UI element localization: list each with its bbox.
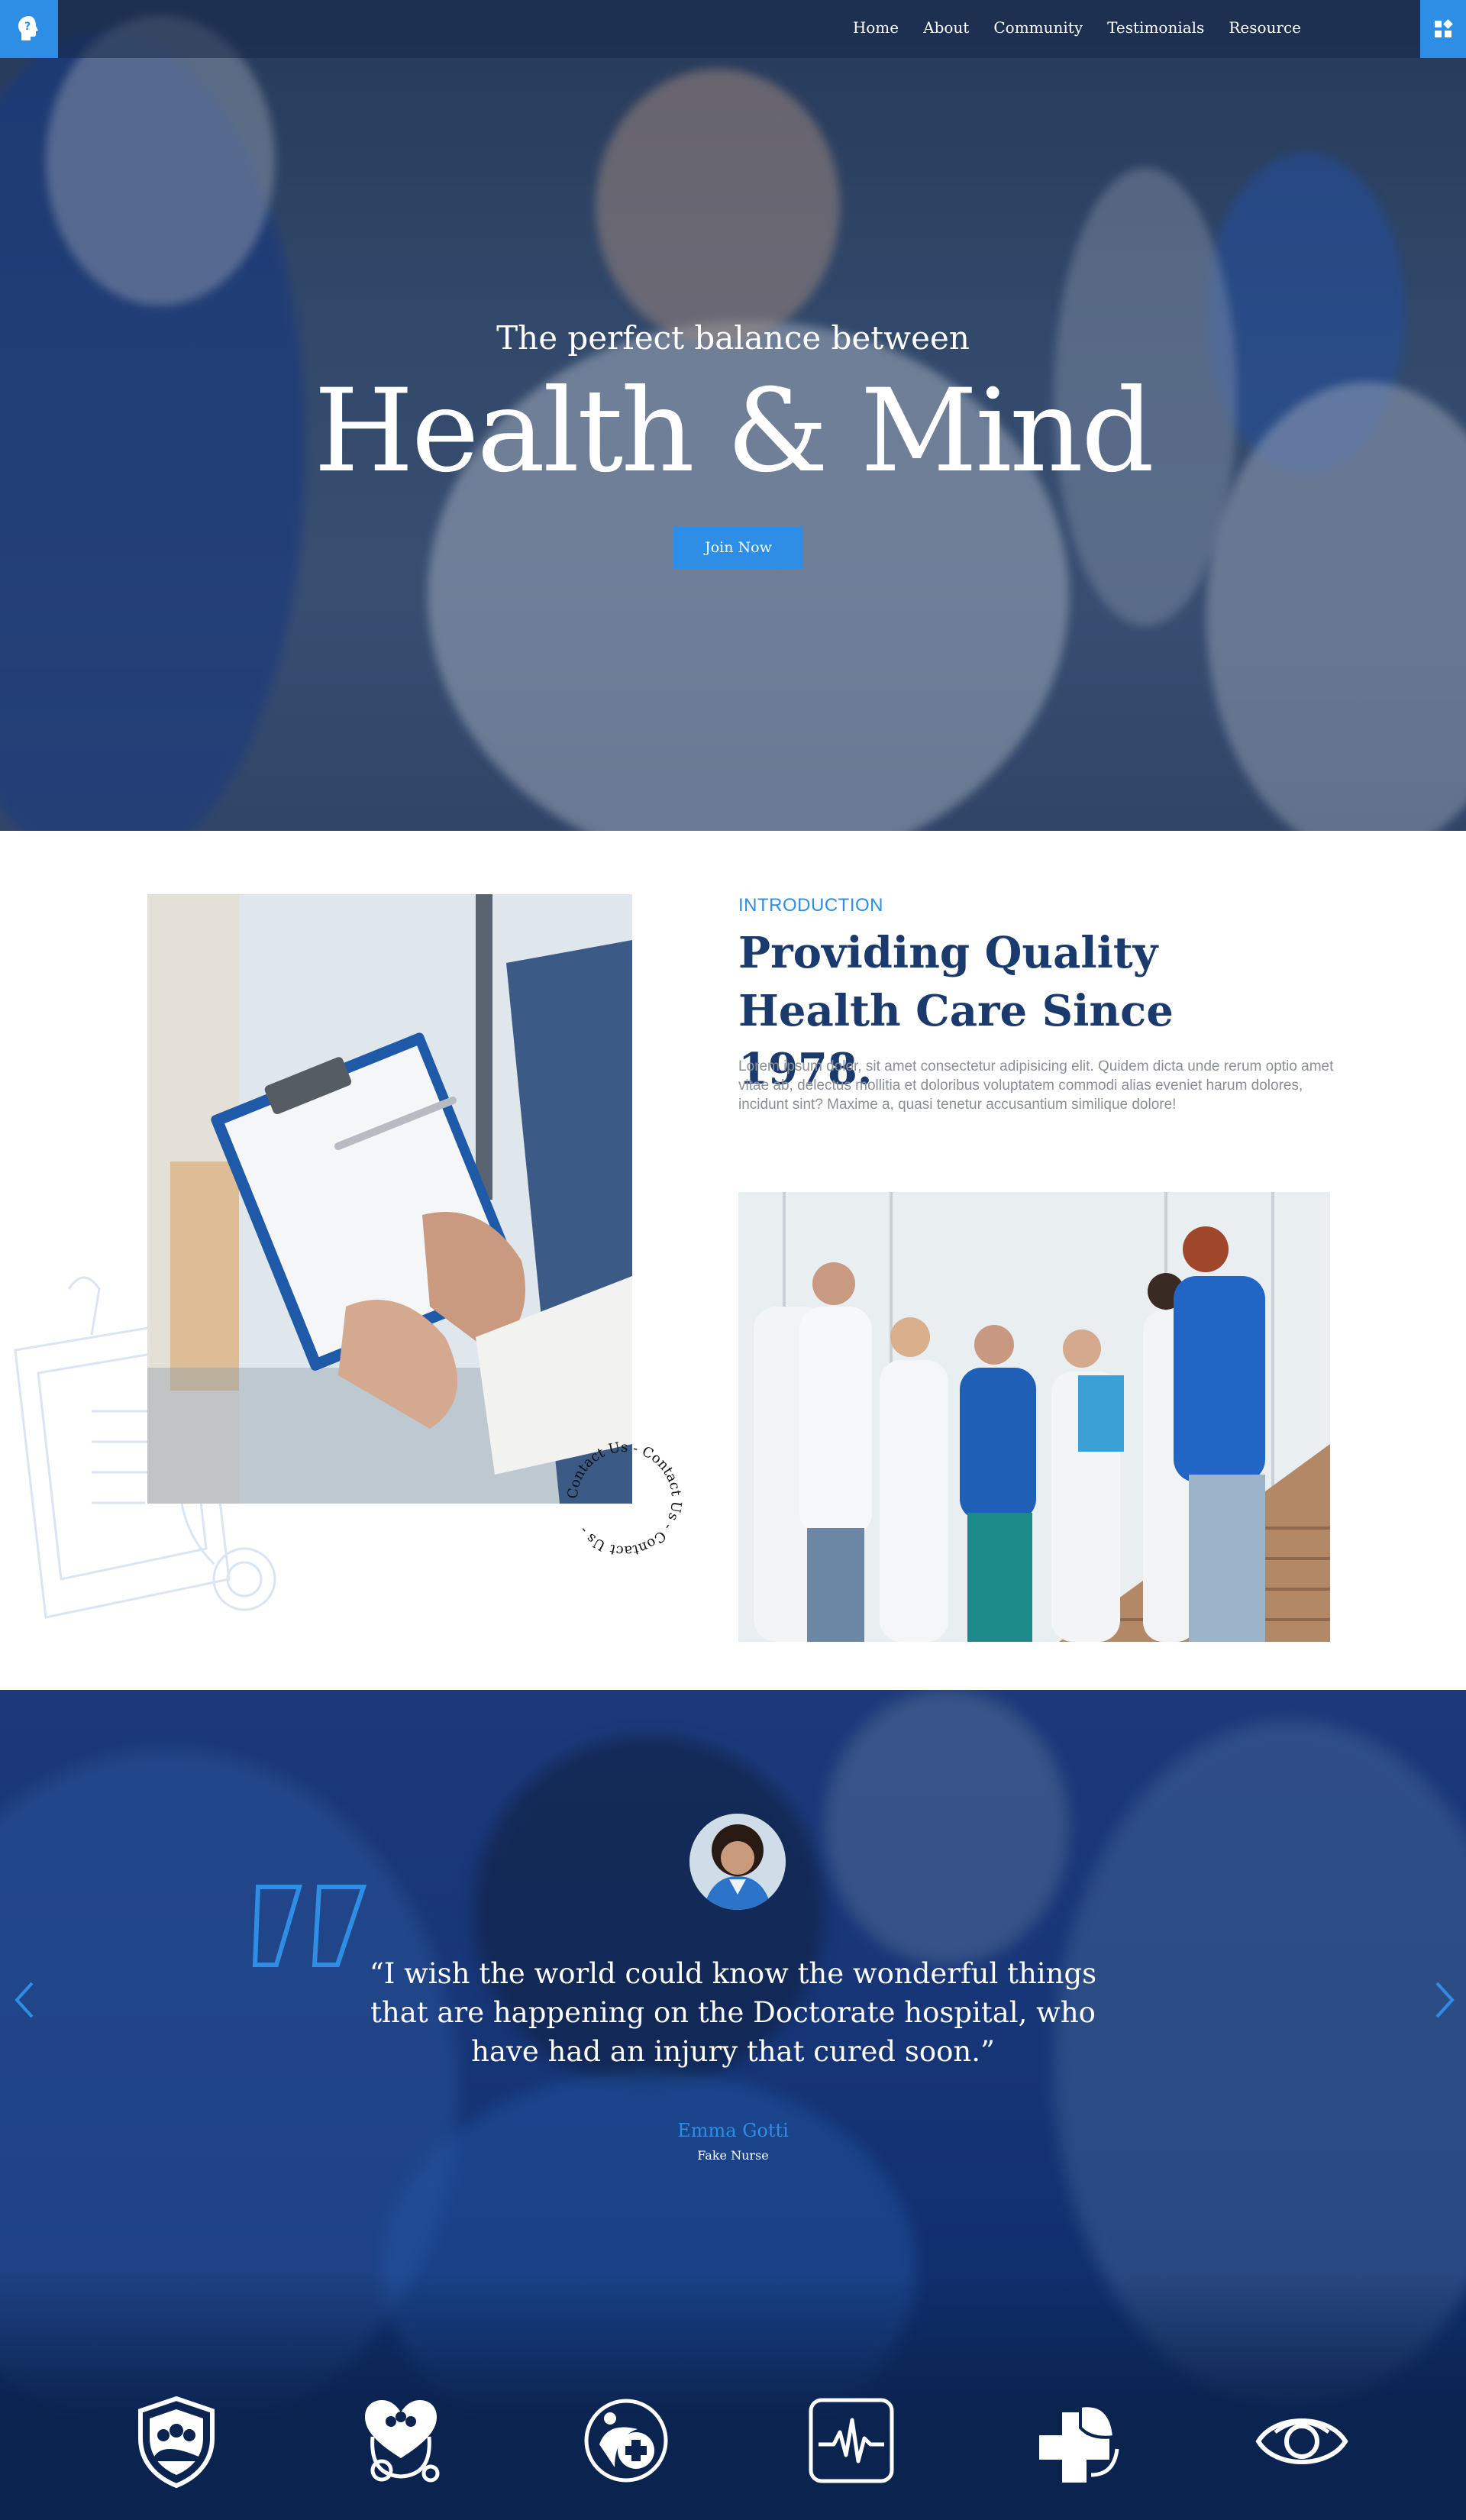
eye-icon [1255, 2418, 1348, 2464]
previous-arrow-button[interactable] [9, 1977, 40, 2023]
nav-item-home[interactable]: Home [853, 18, 899, 37]
doctor-clipboard-photo [147, 894, 632, 1504]
service-icons-row [0, 2391, 1466, 2505]
hero-subtitle: The perfect balance between [496, 319, 970, 357]
testimonial-author: Emma Gotti [677, 2120, 789, 2141]
contact-ring-text: Contact Us - Contact Us - Contact Us - [565, 1439, 685, 1559]
shield-family-icon [138, 2396, 215, 2489]
intro-kicker: INTRODUCTION [738, 895, 883, 916]
nav-item-community[interactable]: Community [993, 18, 1083, 37]
hero-section: ? Home About Community Testimonials Reso… [0, 0, 1466, 831]
author-avatar [689, 1814, 786, 1910]
introduction-section: Contact Us - Contact Us - Contact Us - I… [0, 831, 1466, 1690]
photo-content [147, 894, 632, 1504]
heart-stethoscope-icon [365, 2400, 440, 2483]
testimonial-role: Fake Nurse [697, 2148, 769, 2163]
health-person-cross-icon [584, 2399, 668, 2483]
testimonial-section: “I wish the world could know the wonderf… [0, 1690, 1466, 2520]
contact-us-ring-link[interactable]: Contact Us - Contact Us - Contact Us - [560, 1434, 689, 1564]
medical-team-photo [738, 1192, 1330, 1642]
hero-title: Health & Mind [314, 365, 1154, 498]
heartbeat-monitor-icon [809, 2398, 894, 2483]
testimonial-quote: “I wish the world could know the wonderf… [369, 1957, 1097, 2068]
testimonial-bg-shape [825, 1690, 1069, 1965]
menu-grid-button[interactable] [1420, 0, 1466, 58]
photo-content [738, 1192, 1330, 1642]
svg-text:?: ? [24, 21, 31, 33]
medical-cross-leaf-icon [1039, 2404, 1119, 2483]
head-question-icon: ? [18, 16, 38, 40]
nav-item-resource[interactable]: Resource [1229, 18, 1301, 37]
top-navbar: ? Home About Community Testimonials Reso… [0, 0, 1466, 58]
main-nav: Home About Community Testimonials Resour… [853, 18, 1301, 37]
logo-button[interactable]: ? [0, 0, 58, 58]
nav-item-about[interactable]: About [923, 18, 969, 37]
nav-item-testimonials[interactable]: Testimonials [1107, 18, 1204, 37]
grid-icon [1435, 19, 1453, 37]
intro-body-text: Lorem ipsum dolor, sit amet consectetur … [738, 1058, 1334, 1113]
next-arrow-button[interactable] [1429, 1977, 1460, 2023]
join-now-button[interactable]: Join Now [673, 526, 803, 569]
